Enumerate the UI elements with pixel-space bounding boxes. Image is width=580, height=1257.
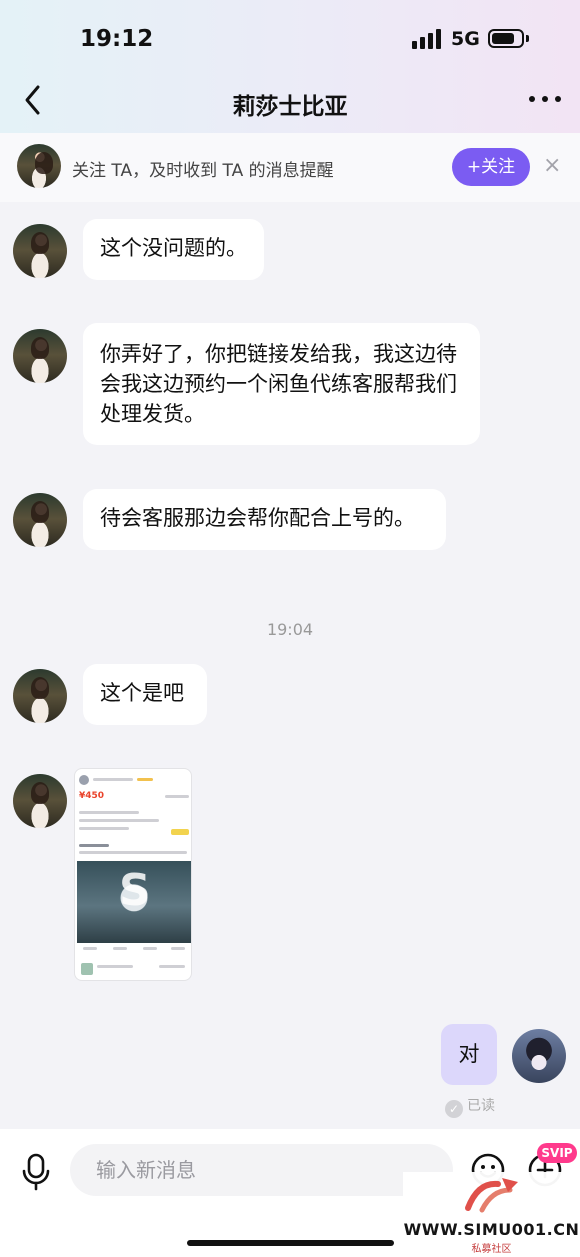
- follow-button[interactable]: +关注: [452, 148, 530, 186]
- thumbnail-text: [79, 851, 187, 854]
- battery-icon: [488, 29, 524, 48]
- thumbnail-text: [93, 778, 133, 781]
- thumbnail-avatar: [79, 775, 89, 785]
- message-input[interactable]: [70, 1144, 453, 1196]
- thumbnail-tab: [83, 947, 97, 950]
- thumbnail-icon: [81, 963, 93, 975]
- contact-avatar[interactable]: [13, 493, 67, 547]
- thumbnail-tag: [171, 829, 189, 835]
- more-dot-icon: [529, 96, 535, 102]
- thumbnail-heading: [79, 844, 109, 847]
- thumbnail-logo-letter: S: [119, 865, 151, 916]
- contact-avatar[interactable]: [13, 224, 67, 278]
- my-message-bubble[interactable]: 对: [441, 1024, 497, 1085]
- thumbnail-text: [165, 795, 189, 798]
- microphone-icon: [22, 1153, 50, 1191]
- chat-title: 莉莎士比亚: [232, 94, 348, 120]
- thumbnail-text: [159, 965, 185, 968]
- thumbnail-tab: [113, 947, 127, 950]
- contact-avatar[interactable]: [13, 329, 67, 383]
- watermark-caption: 私募社区: [471, 1244, 512, 1255]
- message-bubble[interactable]: 这个没问题的。: [83, 219, 264, 280]
- battery-tip: [526, 35, 529, 42]
- read-receipt: ✓ 已读: [445, 1095, 495, 1118]
- read-status-text: 已读: [467, 1098, 495, 1114]
- thumbnail-text: [79, 819, 159, 822]
- my-avatar[interactable]: [512, 1029, 566, 1083]
- status-time: 19:12: [80, 26, 154, 52]
- network-type: 5G: [451, 28, 480, 50]
- thumbnail-tab: [143, 947, 157, 950]
- close-banner-button[interactable]: ×: [543, 155, 561, 177]
- image-message[interactable]: ¥450 S: [74, 768, 192, 981]
- contact-avatar[interactable]: [13, 774, 67, 828]
- thumbnail-text: [79, 811, 139, 814]
- top-bar: 19:12 5G 莉莎士比亚: [0, 0, 580, 133]
- watermark-url: WWW.SIMU001.CN: [403, 1220, 580, 1239]
- home-indicator[interactable]: [187, 1240, 394, 1246]
- thumbnail-badge: [137, 778, 153, 781]
- more-dot-icon: [555, 96, 561, 102]
- check-circle-icon: ✓: [445, 1100, 463, 1118]
- message-bubble[interactable]: 这个是吧: [83, 664, 207, 725]
- cellular-signal-icon: [412, 29, 442, 49]
- svip-badge: SVIP: [537, 1143, 577, 1163]
- message-bubble[interactable]: 待会客服那边会帮你配合上号的。: [83, 489, 446, 550]
- message-timestamp: 19:04: [266, 620, 314, 639]
- follow-banner-text: 关注 TA，及时收到 TA 的消息提醒: [72, 161, 334, 181]
- contact-avatar[interactable]: [17, 144, 61, 188]
- thumbnail-text: [79, 827, 129, 830]
- thumbnail-text: [97, 965, 133, 968]
- thumbnail-price: ¥450: [79, 791, 105, 801]
- watermark-logo-icon: [465, 1178, 518, 1213]
- watermark: WWW.SIMU001.CN 私募社区: [403, 1172, 580, 1257]
- contact-avatar[interactable]: [13, 669, 67, 723]
- more-dot-icon: [542, 96, 548, 102]
- thumbnail-tab: [171, 947, 185, 950]
- follow-banner: 关注 TA，及时收到 TA 的消息提醒 +关注 ×: [0, 133, 580, 202]
- message-bubble[interactable]: 你弄好了，你把链接发给我，我这边待会我这边预约一个闲鱼代练客服帮我们处理发货。: [83, 323, 480, 445]
- more-options-button[interactable]: [529, 93, 561, 105]
- voice-input-button[interactable]: [20, 1153, 52, 1191]
